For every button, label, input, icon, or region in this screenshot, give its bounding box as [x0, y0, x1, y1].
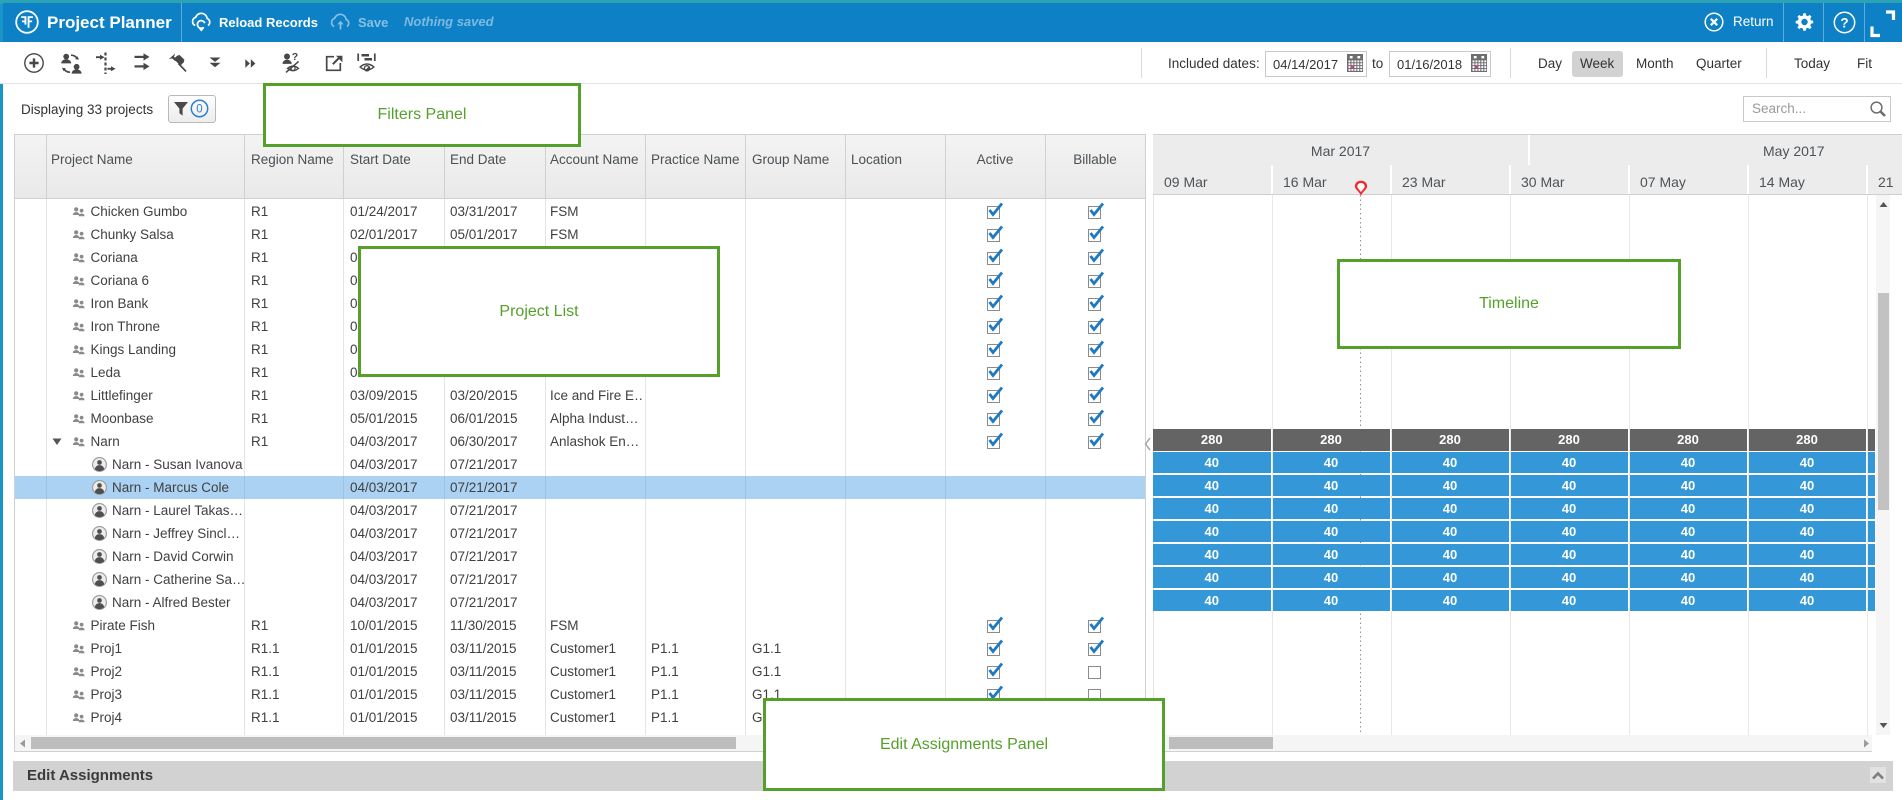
svg-text:0: 0 — [196, 104, 202, 116]
svg-text:?: ? — [1840, 16, 1848, 31]
svg-text:?: ? — [292, 51, 298, 63]
